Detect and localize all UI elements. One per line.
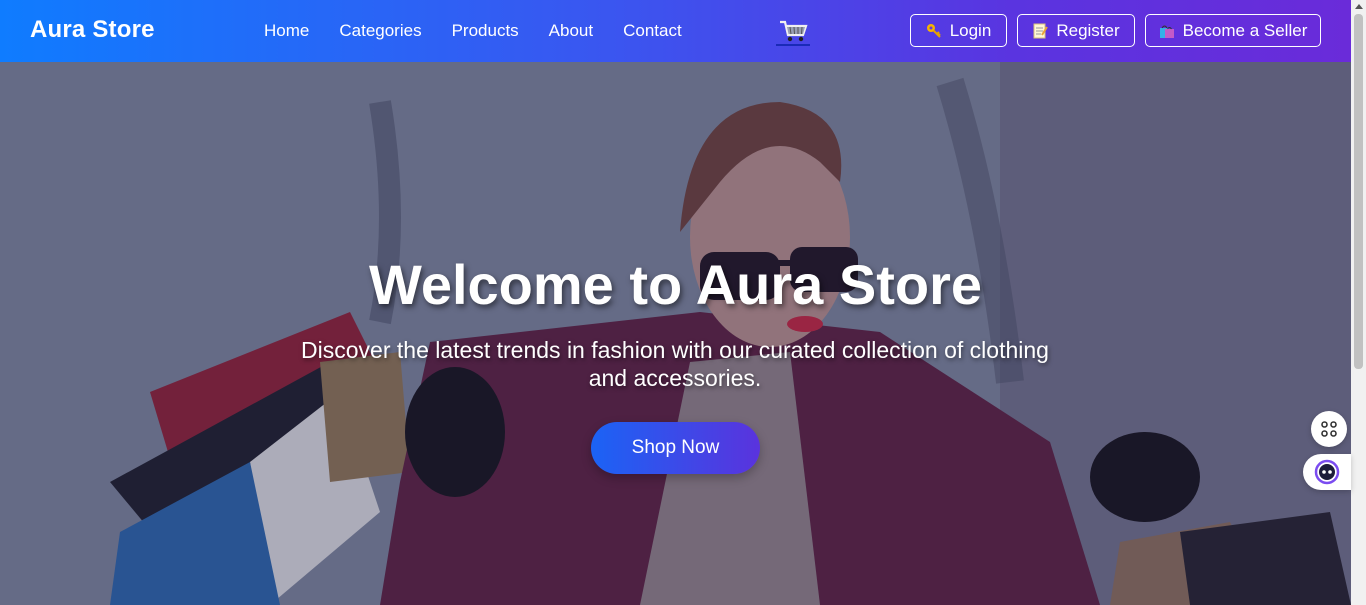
shopping-bags-icon xyxy=(1159,23,1175,39)
scroll-up-arrow-icon[interactable] xyxy=(1355,4,1363,9)
nav-home[interactable]: Home xyxy=(264,21,309,41)
nav-about[interactable]: About xyxy=(549,21,593,41)
register-label: Register xyxy=(1056,20,1120,40)
nav-categories[interactable]: Categories xyxy=(339,21,421,41)
hero-title: Welcome to Aura Store xyxy=(368,253,983,316)
scroll-thumb[interactable] xyxy=(1354,14,1363,369)
register-button[interactable]: Register xyxy=(1017,14,1135,47)
main-nav: Home Categories Products About Contact xyxy=(264,21,682,41)
become-seller-button[interactable]: Become a Seller xyxy=(1145,14,1321,47)
login-button[interactable]: Login xyxy=(910,14,1007,47)
memo-icon xyxy=(1032,23,1049,39)
nav-contact[interactable]: Contact xyxy=(623,21,682,41)
hero-subtitle: Discover the latest trends in fashion wi… xyxy=(301,337,1049,391)
shop-now-button[interactable]: Shop Now xyxy=(591,422,760,474)
nav-products[interactable]: Products xyxy=(452,21,519,41)
command-icon xyxy=(1321,421,1337,437)
key-icon xyxy=(926,23,942,39)
assistant-widget[interactable] xyxy=(1303,454,1351,490)
site-logo[interactable]: Aura Store xyxy=(30,16,155,44)
login-label: Login xyxy=(949,20,992,40)
hero-banner: Welcome to Aura Store Discover the lates… xyxy=(0,62,1351,605)
shopping-cart-icon[interactable] xyxy=(776,18,810,46)
seller-label: Become a Seller xyxy=(1182,20,1308,40)
page-scrollbar[interactable] xyxy=(1351,0,1366,605)
assistant-face-icon xyxy=(1314,459,1340,485)
site-header: Aura Store Home Categories Products Abou… xyxy=(0,0,1351,62)
apps-grid-widget[interactable] xyxy=(1311,411,1347,447)
